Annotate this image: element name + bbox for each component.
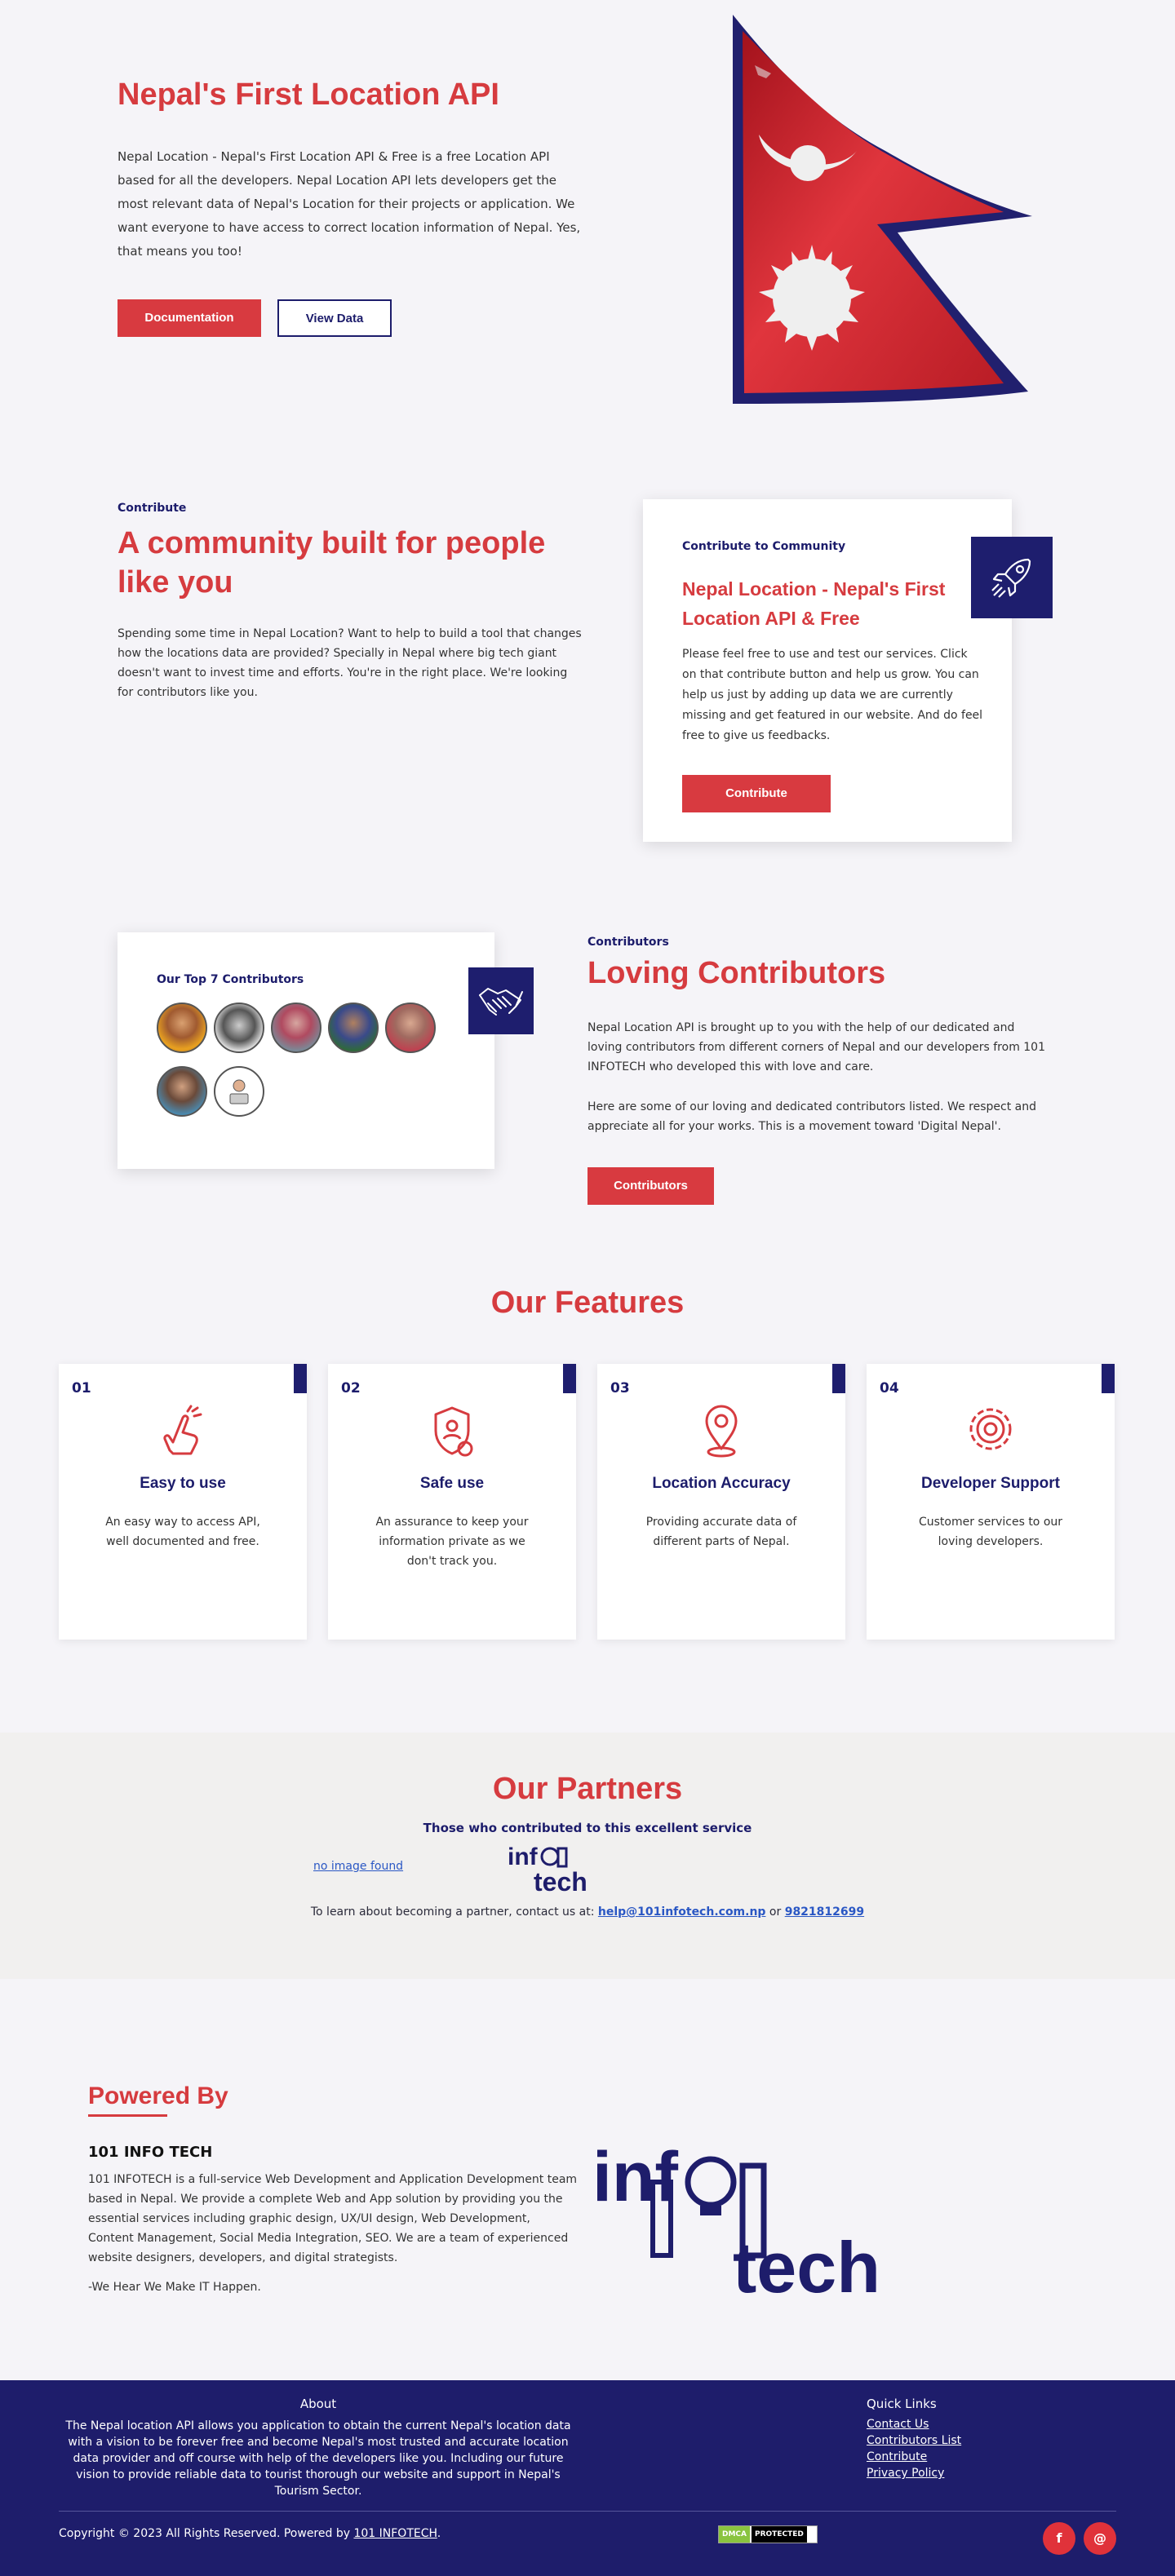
feature-text: Providing accurate data of different par… [645, 1516, 797, 1548]
hand-tap-icon [163, 1405, 202, 1455]
partner-email-link[interactable]: help@101infotech.com.np [598, 1905, 766, 1919]
partners-section: Our Partners Those who contributed to th… [0, 1733, 1175, 1979]
gear-support-icon [969, 1408, 1012, 1450]
footer-link-contribute[interactable]: Contribute [867, 2450, 927, 2463]
contribute-eyebrow: Contribute [118, 502, 187, 515]
partners-contact-text: To learn about becoming a partner, conta… [310, 1905, 595, 1919]
footer-quick-links-title: Quick Links [867, 2397, 937, 2411]
contributors-description: Nepal Location API is brought up to you … [588, 1021, 1045, 1073]
dmca-right: PROTECTED [752, 2526, 807, 2543]
feature-title: Developer Support [921, 1475, 1060, 1492]
company-description: 101 INFOTECH is a full-service Web Devel… [88, 2173, 578, 2264]
email-icon[interactable]: @ [1084, 2522, 1116, 2555]
broken-partner-image[interactable]: no image found [313, 1860, 403, 1873]
feature-card: 02 Safe use An assurance to keep your in… [328, 1364, 576, 1640]
feature-title: Easy to use [140, 1475, 226, 1492]
footer-link-contributors-list[interactable]: Contributors List [867, 2434, 961, 2447]
card-eyebrow: Contribute to Community [682, 540, 846, 553]
contribute-card: Contribute to Community Nepal Location -… [643, 499, 1012, 842]
svg-text:tech: tech [733, 2227, 880, 2300]
top-contributors-card: Our Top 7 Contributors [118, 932, 494, 1169]
footer-about-title: About [299, 2397, 337, 2411]
powered-by-title: Powered By [88, 2082, 228, 2109]
feature-text: An easy way to access API, well document… [105, 1516, 260, 1548]
hero-description: Nepal Location - Nepal's First Location … [118, 149, 581, 259]
contribute-description: Spending some time in Nepal Location? Wa… [118, 627, 582, 699]
feature-text: An assurance to keep your information pr… [375, 1516, 529, 1568]
feature-card-tab [563, 1364, 576, 1393]
default-user-icon [229, 1079, 249, 1104]
feature-card-tab [1102, 1364, 1115, 1393]
footer-link-privacy-policy[interactable]: Privacy Policy [867, 2467, 944, 2480]
contributor-avatar[interactable] [157, 1003, 207, 1053]
footer: About The Nepal location API allows you … [0, 2380, 1175, 2576]
top-contributors-title: Our Top 7 Contributors [157, 973, 304, 986]
feature-number: 01 [72, 1380, 91, 1396]
infotech-partner-logo[interactable]: inf tech [508, 1840, 610, 1894]
copyright: Copyright © 2023 All Rights Reserved. Po… [59, 2527, 441, 2540]
feature-title: Safe use [419, 1475, 485, 1492]
hero-section: Nepal's First Location API Nepal Locatio… [0, 0, 1175, 440]
documentation-button[interactable]: Documentation [118, 299, 261, 337]
feature-card: 03 Location Accuracy Providing accurate … [597, 1364, 845, 1640]
copyright-link[interactable]: 101 INFOTECH [353, 2527, 437, 2540]
company-name: 101 INFO TECH [88, 2144, 213, 2161]
features-title: Our Features [490, 1286, 685, 1320]
feature-text: Customer services to our loving develope… [918, 1516, 1063, 1548]
partner-phone-link[interactable]: 9821812699 [785, 1905, 864, 1919]
contributor-avatar[interactable] [271, 1003, 321, 1053]
footer-about-text: The Nepal location API allows you applic… [65, 2419, 571, 2498]
hero-title: Nepal's First Location API [118, 77, 499, 112]
contributor-avatar[interactable] [157, 1066, 207, 1117]
dmca-badge[interactable]: DMCA PROTECTED [718, 2525, 818, 2543]
footer-link-contact-us[interactable]: Contact Us [867, 2418, 929, 2431]
partners-contact: To learn about becoming a partner, conta… [0, 1905, 1175, 1919]
facebook-icon[interactable]: f [1043, 2522, 1075, 2555]
handshake-icon [468, 967, 534, 1034]
feature-card: 04 Developer Support Customer services t… [867, 1364, 1115, 1640]
card-description: Please feel free to use and test our ser… [682, 648, 983, 742]
company-slogan: -We Hear We Make IT Happen. [88, 2281, 261, 2294]
contributors-button[interactable]: Contributors [588, 1167, 714, 1205]
feature-card: 01 Easy to use An easy way to access API… [59, 1364, 307, 1640]
location-pin-icon [705, 1405, 738, 1458]
feature-card-tab [832, 1364, 845, 1393]
card-title: Nepal Location - Nepal's First Location … [682, 578, 946, 629]
contributors-eyebrow: Contributors [588, 936, 669, 949]
or-text: or [769, 1905, 782, 1919]
contributor-avatar[interactable] [328, 1003, 379, 1053]
contributors-description-2: Here are some of our loving and dedicate… [588, 1100, 1036, 1133]
svg-text:inf: inf [592, 2138, 678, 2216]
feature-number: 03 [610, 1380, 630, 1396]
feature-number: 04 [880, 1380, 899, 1396]
footer-divider [59, 2511, 1116, 2512]
view-data-button[interactable]: View Data [277, 299, 392, 337]
feature-number: 02 [341, 1380, 361, 1396]
contributor-avatar[interactable] [214, 1003, 264, 1053]
contributors-title: Loving Contributors [588, 956, 886, 990]
contributor-avatar[interactable] [385, 1003, 436, 1053]
partners-subtitle: Those who contributed to this excellent … [423, 1821, 752, 1835]
contribute-title: A community built for people like you [118, 526, 546, 600]
shield-user-icon [434, 1406, 473, 1457]
feature-card-tab [294, 1364, 307, 1393]
infotech-logo: inf tech [592, 2138, 880, 2300]
contribute-button[interactable]: Contribute [682, 775, 831, 812]
nepal-flag-image [733, 15, 1032, 404]
feature-title: Location Accuracy [652, 1475, 791, 1492]
partners-title: Our Partners [492, 1772, 683, 1806]
contributor-avatar[interactable] [214, 1066, 264, 1117]
title-underline [88, 2114, 167, 2117]
copyright-text: Copyright © 2023 All Rights Reserved. Po… [59, 2527, 351, 2540]
dmca-left: DMCA [719, 2526, 750, 2543]
rocket-icon [971, 537, 1053, 618]
svg-text:tech: tech [534, 1867, 588, 1894]
